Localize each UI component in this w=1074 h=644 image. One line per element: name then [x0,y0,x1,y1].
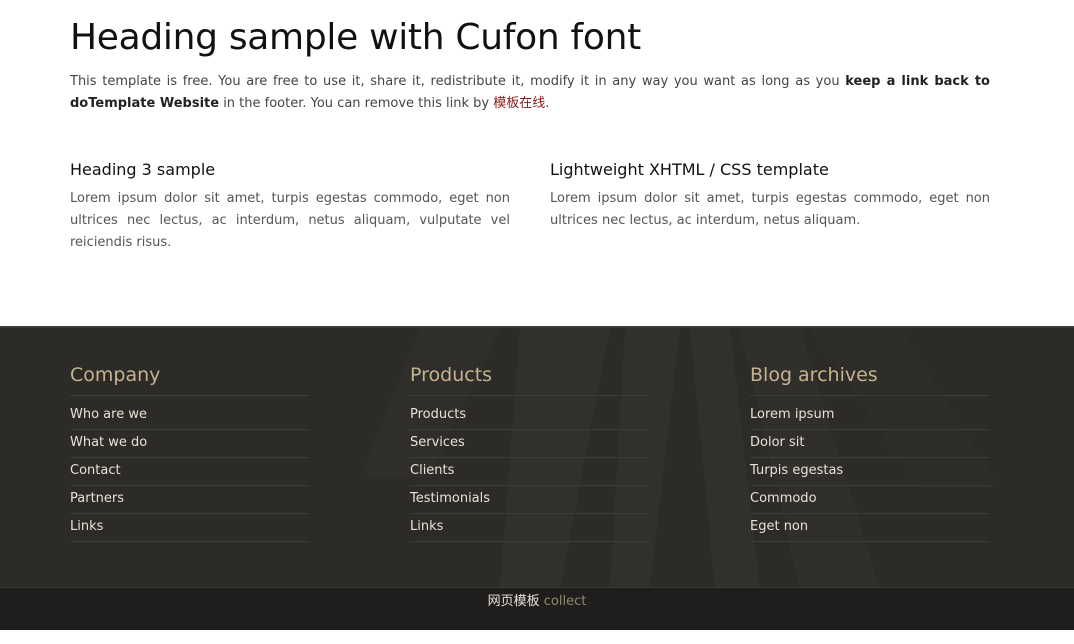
content-column-1: Heading 3 sample Lorem ipsum dolor sit a… [70,158,510,254]
footer-link-list: Products Services Clients Testimonials L… [410,402,650,542]
list-item: Who are we [70,402,310,430]
intro-text: This template is free. You are free to u… [70,74,846,89]
footer-column-blog-archives: Blog archives Lorem ipsum Dolor sit Turp… [750,361,990,542]
footer-link[interactable]: What we do [70,435,147,450]
footer-column-products: Products Products Services Clients Testi… [410,361,650,542]
column-body: Lorem ipsum dolor sit amet, turpis egest… [70,191,510,250]
footer-column-company: Company Who are we What we do Contact Pa… [70,361,310,542]
footer-link[interactable]: Lorem ipsum [750,407,834,422]
footer-link[interactable]: Who are we [70,407,147,422]
footer-column-title: Blog archives [750,361,990,396]
list-item: Clients [410,458,650,486]
footer-link[interactable]: Turpis egestas [750,463,843,478]
collect-link[interactable]: collect [544,594,587,609]
footer-link-list: Lorem ipsum Dolor sit Turpis egestas Com… [750,402,990,542]
footer-link[interactable]: Clients [410,463,454,478]
footer-column-title: Products [410,361,650,396]
template-site-link[interactable]: 模板在线 [493,96,545,111]
footer-link[interactable]: Testimonials [410,491,490,506]
footer: Company Who are we What we do Contact Pa… [0,326,1074,589]
footer-link[interactable]: Partners [70,491,124,506]
column-heading: Heading 3 sample [70,160,216,179]
web-template-link[interactable]: 网页模板 [488,594,540,609]
footer-link[interactable]: Products [410,407,466,422]
footer-link[interactable]: Contact [70,463,121,478]
footer-link[interactable]: Commodo [750,491,817,506]
list-item: Links [410,514,650,542]
bottom-bar: 网页模板 collect [0,587,1074,630]
list-item: Turpis egestas [750,458,990,486]
intro-paragraph: This template is free. You are free to u… [70,71,990,115]
list-item: Products [410,402,650,430]
list-item: Commodo [750,486,990,514]
footer-column-title: Company [70,361,310,396]
content-column-2: Lightweight XHTML / CSS template Lorem i… [550,158,990,232]
list-item: Lorem ipsum [750,402,990,430]
footer-link[interactable]: Dolor sit [750,435,805,450]
footer-link[interactable]: Links [410,519,443,534]
list-item: What we do [70,430,310,458]
list-item: Partners [70,486,310,514]
intro-text-2: in the footer. You can remove this link … [219,96,494,111]
list-item: Dolor sit [750,430,990,458]
page-heading: Heading sample with Cufon font [70,17,641,58]
list-item: Testimonials [410,486,650,514]
footer-link[interactable]: Links [70,519,103,534]
list-item: Services [410,430,650,458]
column-heading: Lightweight XHTML / CSS template [550,160,829,179]
intro-text-3: . [545,96,550,111]
list-item: Eget non [750,514,990,542]
column-body: Lorem ipsum dolor sit amet, turpis egest… [550,191,990,228]
footer-link[interactable]: Eget non [750,519,808,534]
footer-link-list: Who are we What we do Contact Partners L… [70,402,310,542]
list-item: Links [70,514,310,542]
footer-link[interactable]: Services [410,435,465,450]
list-item: Contact [70,458,310,486]
